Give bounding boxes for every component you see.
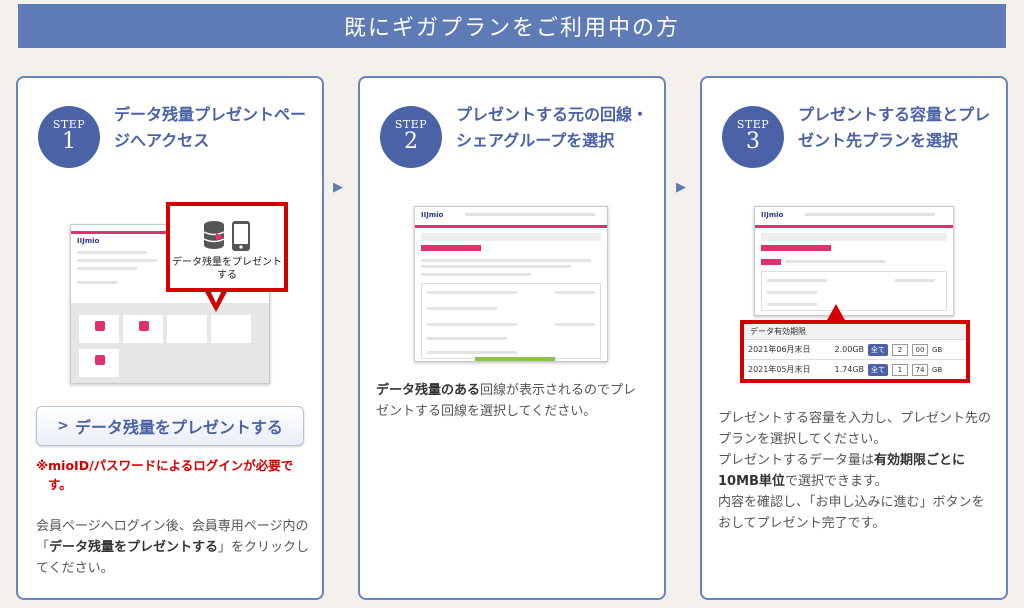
table-row: 2021年05月末日 1.74GB 全て 1 74 GB bbox=[744, 359, 966, 379]
data-expiry-table: データ有効期限 2021年06月末日 2.00GB 全て 2 00 GB 202… bbox=[740, 320, 970, 383]
step-card-3: STEP 3 プレゼントする容量とプレゼント先プランを選択 IIJmio データ… bbox=[700, 76, 1008, 600]
login-required-note: ※mioID/パスワードによるログインが必要です。 bbox=[36, 458, 294, 492]
step-number: 3 bbox=[746, 129, 760, 155]
present-data-button[interactable]: > データ残量をプレゼントする bbox=[36, 406, 304, 446]
desc-part: プレゼントするデータ量は bbox=[718, 453, 875, 468]
step-title-2: プレゼントする元の回線・シェアグループを選択 bbox=[456, 105, 649, 150]
desc-part: 内容を確認し、「お申し込みに進む」ボタンをおしてプレゼント完了です。 bbox=[718, 495, 985, 531]
gb-integer-input[interactable]: 1 bbox=[892, 363, 908, 376]
step-badge-1: STEP 1 bbox=[38, 106, 100, 168]
desc-part: で選択できます。 bbox=[784, 474, 888, 489]
step-3-description: プレゼントする容量を入力し、プレゼント先のプランを選択してください。プレゼントす… bbox=[718, 408, 994, 534]
chevron-right-icon: > bbox=[57, 418, 69, 434]
step-number: 1 bbox=[62, 129, 76, 155]
step-1-description: 会員ページへログイン後、会員専用ページ内の「データ残量をプレゼントする」をクリッ… bbox=[36, 516, 312, 579]
table-row: 2021年06月末日 2.00GB 全て 2 00 GB bbox=[744, 339, 966, 359]
gb-decimal-input[interactable]: 74 bbox=[912, 363, 928, 376]
step-card-1: STEP 1 データ残量プレゼントページへアクセス IIJmio データ残量をプ… bbox=[16, 76, 324, 600]
step-card-2: STEP 2 プレゼントする元の回線・シェアグループを選択 IIJmio データ… bbox=[358, 76, 666, 600]
present-callout: データ残量をプレゼントする bbox=[166, 202, 288, 292]
remaining-amount: 2.00GB bbox=[834, 345, 865, 354]
remaining-amount: 1.74GB bbox=[834, 365, 865, 374]
select-all-button[interactable]: 全て bbox=[868, 343, 888, 356]
line-select-screenshot: IIJmio bbox=[414, 206, 608, 362]
desc-bold: データ残量のある bbox=[376, 383, 481, 398]
right-triangle-icon: ▶ bbox=[333, 180, 343, 195]
expiry-date: 2021年06月末日 bbox=[748, 345, 811, 354]
banner-title: 既にギガプランをご利用中の方 bbox=[343, 16, 680, 41]
step-title-3: プレゼントする容量とプレゼント先プランを選択 bbox=[798, 105, 991, 150]
unit-label: GB bbox=[932, 365, 943, 374]
step-badge-3: STEP 3 bbox=[722, 106, 784, 168]
step-number: 2 bbox=[404, 129, 418, 155]
page-banner: 既にギガプランをご利用中の方 bbox=[18, 4, 1006, 48]
table-header: データ有効期限 bbox=[744, 324, 966, 339]
desc-part: プレゼントする容量を入力し、プレゼント先のプランを選択してください。 bbox=[718, 411, 992, 447]
unit-label: GB bbox=[932, 345, 943, 354]
gb-decimal-input[interactable]: 00 bbox=[912, 343, 928, 356]
step-badge-2: STEP 2 bbox=[380, 106, 442, 168]
present-data-button-label: データ残量をプレゼントする bbox=[74, 418, 283, 437]
desc-bold: データ残量をプレゼントする bbox=[49, 540, 219, 555]
smartphone-icon bbox=[232, 221, 250, 251]
select-all-button[interactable]: 全て bbox=[868, 363, 888, 376]
callout-text: データ残量をプレゼントする bbox=[172, 257, 282, 281]
amount-select-screenshot: IIJmio bbox=[754, 206, 954, 316]
expiry-date: 2021年05月末日 bbox=[748, 365, 811, 374]
right-triangle-icon: ▶ bbox=[676, 180, 686, 195]
gb-integer-input[interactable]: 2 bbox=[892, 343, 908, 356]
database-icon bbox=[203, 221, 225, 249]
step-title-1: データ残量プレゼントページへアクセス bbox=[114, 105, 307, 150]
step-2-description: データ残量のある回線が表示されるのでプレゼントする回線を選択してください。 bbox=[376, 380, 646, 422]
